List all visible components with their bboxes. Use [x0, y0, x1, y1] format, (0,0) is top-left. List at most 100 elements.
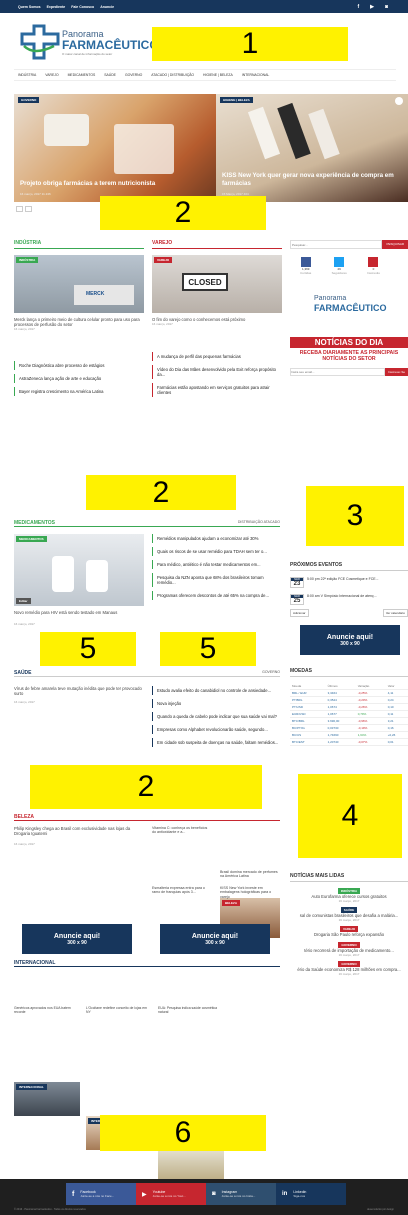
hero-left-title[interactable]: Projeto obriga farmácias a terem nutrici…	[20, 180, 210, 187]
nav-item-higiene[interactable]: HIGIENE | BELEZA	[203, 73, 233, 77]
footer-instagram[interactable]: ◙ Instagram Junte-se a nós no Insta...	[206, 1183, 276, 1205]
ad-size: 300 x 90	[340, 640, 360, 647]
most-read-item[interactable]: GOVERNO tério recorrerá de importação de …	[290, 941, 408, 957]
topbar-link-quem-somos[interactable]: Quem Somos	[18, 5, 41, 9]
twitter-icon[interactable]	[334, 257, 345, 267]
nav-item-medicamentos[interactable]: MEDICAMENTOS	[68, 73, 96, 77]
list-item[interactable]: Vídeo do Dia das Mães desenvolvido pela …	[152, 365, 282, 380]
intl-tag[interactable]: INTERNACIONAL	[16, 1084, 47, 1090]
industria-image[interactable]: INDÚSTRIA MERCK	[14, 255, 144, 313]
most-read-item[interactable]: INDÚSTRIA Auto Eurofarma oferece cursos g…	[290, 888, 408, 903]
edit-button[interactable]: Editar	[16, 598, 31, 604]
list-item[interactable]: Empresas como Alphabet revolucionarão sa…	[152, 725, 282, 734]
footer-linkedin[interactable]: in Linkedin Siga-nos	[276, 1183, 346, 1205]
nav-item-varejo[interactable]: VAREJO	[45, 73, 58, 77]
youtube-icon[interactable]: ▶	[370, 4, 374, 10]
list-item[interactable]: A mudança de perfil das pequenas farmáci…	[152, 352, 282, 362]
varejo-image[interactable]: VAREJO CLOSED	[152, 255, 282, 313]
filter-governo[interactable]: GOVERNO	[262, 670, 280, 676]
section-title[interactable]: BELEZA	[14, 814, 34, 820]
event-item[interactable]: MAR 23 5:00 pm 22ª edição FCE Cosmetique …	[290, 577, 408, 588]
nav-item-internacional[interactable]: INTERNACIONAL	[242, 73, 270, 77]
most-read-tag[interactable]: GOVERNO	[338, 960, 360, 967]
ad-banner[interactable]: Anuncie aqui! 300 x 90	[300, 625, 400, 655]
hero-next-button[interactable]	[25, 206, 32, 212]
search-input[interactable]	[290, 240, 383, 249]
most-read-item[interactable]: SAÚDE sal de comunistas brasileiros que d…	[290, 907, 408, 922]
list-item[interactable]: Roche Diagnóstica abre processo de estág…	[14, 361, 144, 371]
view-calendar-button[interactable]: Ver calendário	[382, 609, 408, 617]
facebook-icon[interactable]: f	[357, 4, 359, 10]
ad-banner[interactable]: Anuncie aqui! 300 x 90	[160, 924, 270, 954]
medicamentos-lead[interactable]: Novo remédio para HIV está sendo testado…	[14, 610, 144, 615]
hero-prev-button[interactable]	[16, 206, 23, 212]
list-item[interactable]: Pesquisa da NZN aponta que 68% dos brasi…	[152, 573, 282, 587]
industria-tag[interactable]: INDÚSTRIA	[16, 257, 39, 263]
facebook-icon[interactable]	[300, 257, 311, 267]
list-item[interactable]: Farmácias estão apostando em serviços gr…	[152, 383, 282, 398]
section-title[interactable]: VAREJO	[152, 240, 282, 249]
intl-image[interactable]: INTERNACIONAL	[14, 1082, 80, 1116]
hero-right[interactable]: HIGIENE | BELEZA KISS New York quer gera…	[216, 94, 408, 202]
beleza-right2[interactable]: KISS New York investe em embalagens holo…	[220, 886, 280, 899]
event-item[interactable]: MAR 25 8:00 am V Simpósio Internacional d…	[290, 594, 408, 605]
section-title[interactable]: INTERNACIONAL	[14, 960, 55, 966]
section-title[interactable]: MEDICAMENTOS	[14, 520, 55, 526]
industria-lead[interactable]: Merck lança o primeiro meio de cultura c…	[14, 317, 144, 327]
list-item[interactable]: Remédios manipulados ajudam a economizar…	[152, 534, 282, 543]
most-read-text[interactable]: Drogaria São Paulo reforça expansão	[290, 932, 408, 937]
beleza-mid1[interactable]: Vitamina C: conheça os benefícios do ant…	[152, 826, 208, 835]
email-input[interactable]	[290, 368, 385, 376]
footer-facebook[interactable]: f Facebook Junte-se a nós no Face...	[66, 1183, 136, 1205]
list-item[interactable]: Nova injeção	[152, 699, 282, 708]
intl-title[interactable]: L'Occitane redefine conceito de lojas em…	[86, 1006, 152, 1014]
varejo-tag[interactable]: VAREJO	[154, 257, 173, 263]
list-item[interactable]: Quando a queda de cabelo pode indicar qu…	[152, 712, 282, 721]
nav-item-atacado[interactable]: ATACADO | DISTRIBUIÇÃO	[151, 73, 194, 77]
section-title[interactable]: SAÚDE	[14, 670, 32, 676]
event-text[interactable]: 8:00 am V Simpósio Internacional de aten…	[307, 594, 377, 605]
hero-right-title[interactable]: KISS New York quer gerar nova experiênci…	[222, 172, 397, 187]
filter-distribuicao[interactable]: DISTRIBUIÇÃO	[238, 520, 263, 524]
saude-lead[interactable]: Vírus de febre amarela teve mutação inéd…	[14, 686, 144, 696]
topbar-link-fale-conosco[interactable]: Fale Conosco	[71, 5, 94, 9]
event-text[interactable]: 5:00 pm 22ª edição FCE Cosmetique e FCE.…	[307, 577, 379, 588]
nav-item-governo[interactable]: GOVERNO	[125, 73, 142, 77]
topbar-link-anuncie[interactable]: Anuncie	[100, 5, 114, 9]
beleza-tag[interactable]: BELEZA	[222, 900, 240, 906]
most-read-tag[interactable]: GOVERNO	[338, 941, 360, 948]
list-item[interactable]: Programas oferecem descontos de até 65% …	[152, 591, 282, 600]
nav-item-industria[interactable]: INDÚSTRIA	[18, 73, 36, 77]
most-read-item[interactable]: GOVERNO ério da Saúde economiza R$ 128 mi…	[290, 960, 408, 976]
subscribe-button[interactable]: Inscrever-Se	[384, 368, 408, 376]
list-item[interactable]: Quais os riscos de se usar remédio para …	[152, 547, 282, 556]
list-item[interactable]: Estudo avalia efeito do canabidiol no co…	[152, 686, 282, 695]
filter-atacado[interactable]: ATACADO	[264, 520, 280, 524]
intl-title[interactable]: Genéricos aprovados nos EUA batem record…	[14, 1006, 80, 1014]
intl-title[interactable]: EUA: Pesquisa indica saúde cosmética nat…	[158, 1006, 224, 1014]
beleza-mid2[interactable]: Esmalteria expressa entra para o ramo de…	[152, 886, 212, 895]
nav-item-saude[interactable]: SAÚDE	[104, 73, 116, 77]
most-read-item[interactable]: VAREJO Drogaria São Paulo reforça expansã…	[290, 926, 408, 937]
add-event-button[interactable]: Adicionar	[290, 609, 309, 617]
list-item[interactable]: AstraZeneca lança ação de arte e educaçã…	[14, 374, 144, 384]
beleza-right1[interactable]: Brasil domina mercado de perfumes na Amé…	[220, 870, 280, 879]
hero-left-tag[interactable]: GOVERNO	[18, 97, 40, 103]
medicamentos-tag[interactable]: MEDICAMENTOS	[16, 536, 47, 542]
beleza-lead[interactable]: Philip Kingsley chega ao Brasil com excl…	[14, 826, 144, 836]
site-logo[interactable]: Panorama FARMACÊUTICO O maior canal de i…	[20, 20, 159, 64]
list-item[interactable]: Para médico, antiético é não testar medi…	[152, 560, 282, 569]
section-title[interactable]: INDÚSTRIA	[14, 240, 144, 249]
youtube-icon[interactable]	[368, 257, 379, 267]
footer-youtube[interactable]: ▶ Youtube Junte-se a nós no Yout...	[136, 1183, 206, 1205]
topbar-link-expediente[interactable]: Expediente	[47, 5, 66, 9]
medicamentos-image[interactable]: MEDICAMENTOS Editar	[14, 534, 144, 606]
list-item[interactable]: Bayer registra crescimento na América La…	[14, 387, 144, 397]
hero-nav-icon[interactable]	[395, 97, 403, 105]
hero-right-tag[interactable]: HIGIENE | BELEZA	[220, 97, 253, 103]
list-item[interactable]: Em cidade sob suspeita de doenças na saú…	[152, 738, 282, 747]
search-button[interactable]: PESQUISAR	[382, 240, 408, 249]
hero-left[interactable]: GOVERNO Projeto obriga farmácias a terem…	[14, 94, 216, 202]
ad-banner[interactable]: Anuncie aqui! 300 x 90	[22, 924, 132, 954]
instagram-icon[interactable]: ◙	[385, 4, 388, 10]
